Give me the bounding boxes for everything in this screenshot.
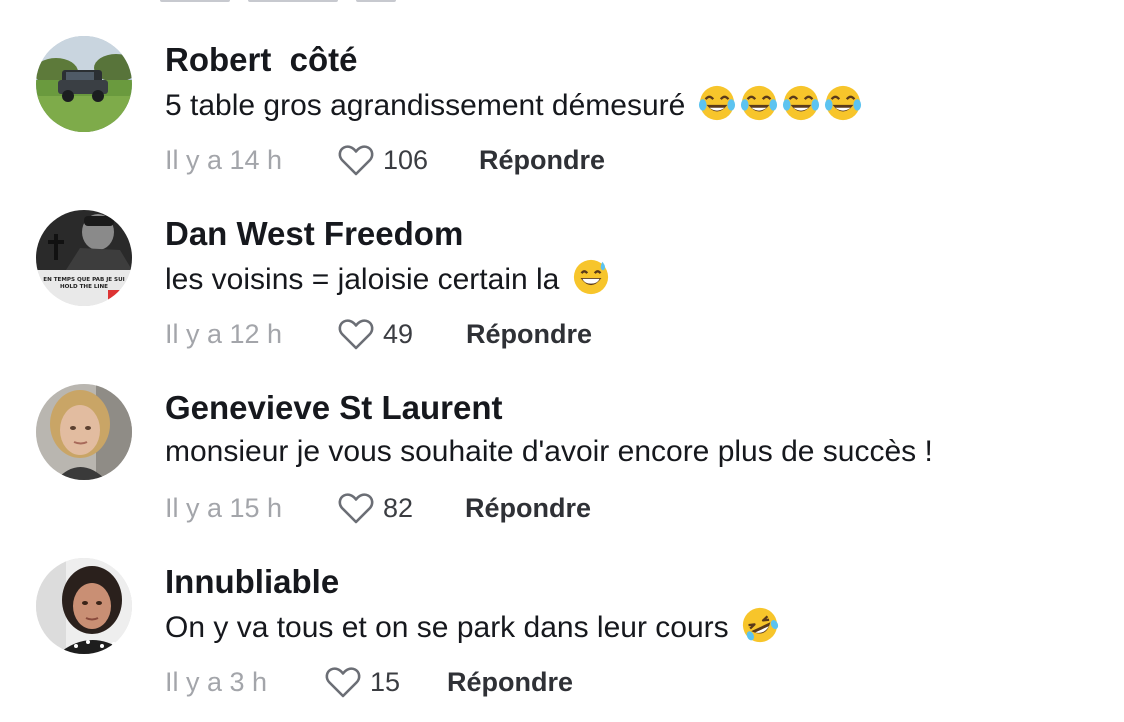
like-count: 49: [383, 318, 414, 349]
avatar-caption: EN TEMPS QUE PAB JE SUI: [43, 277, 124, 283]
comment-text-content: 5 table gros agrandissement démesuré: [165, 89, 686, 122]
comment-text-content: monsieur je vous souhaite d'avoir encore…: [165, 435, 933, 468]
comment-item: Robert côté 5 table gros agrandissement …: [0, 0, 1124, 176]
like-button[interactable]: 15: [324, 664, 447, 700]
avatar[interactable]: [36, 384, 132, 480]
like-count: 106: [383, 144, 429, 175]
comment-text: les voisins = jaloisie certain la: [165, 258, 610, 300]
timestamp: Il y a 3 h: [165, 666, 268, 697]
like-button[interactable]: 49: [337, 316, 466, 352]
timestamp: Il y a 15 h: [165, 492, 283, 523]
reply-button[interactable]: Répondre: [447, 667, 573, 698]
comment-item: Genevieve St Laurent monsieur je vous so…: [0, 348, 1124, 524]
face-with-tears-of-joy-icon: [740, 85, 777, 121]
avatar[interactable]: EN TEMPS QUE PAB JE SUI HOLD THE LINE: [36, 210, 132, 306]
grinning-face-with-sweat-icon: [573, 259, 608, 295]
heart-icon[interactable]: [324, 664, 362, 700]
comment-item: Innubliable On y va tous et on se park d…: [0, 522, 1124, 698]
reply-button[interactable]: Répondre: [465, 493, 591, 524]
heart-icon[interactable]: [337, 316, 375, 352]
comment-meta: Il y a 3 h 15 Répondre: [165, 662, 573, 702]
avatar[interactable]: [36, 36, 132, 132]
comment-text: monsieur je vous souhaite d'avoir encore…: [165, 432, 933, 472]
like-count: 15: [370, 666, 401, 697]
rolling-on-the-floor-laughing-icon: [742, 607, 779, 643]
like-button[interactable]: 82: [337, 490, 465, 526]
username[interactable]: Genevieve St Laurent: [165, 388, 502, 428]
face-with-tears-of-joy-icon: [698, 85, 735, 121]
like-button[interactable]: 106: [337, 142, 479, 178]
avatar[interactable]: [36, 558, 132, 654]
comment-text-content: On y va tous et on se park dans leur cou…: [165, 611, 729, 644]
like-count: 82: [383, 492, 414, 523]
face-with-tears-of-joy-icon: [824, 85, 861, 121]
comment-text-content: les voisins = jaloisie certain la: [165, 263, 560, 296]
username[interactable]: Dan West Freedom: [165, 214, 463, 254]
timestamp: Il y a 12 h: [165, 318, 283, 349]
username[interactable]: Innubliable: [165, 562, 339, 602]
comment-text: On y va tous et on se park dans leur cou…: [165, 606, 779, 648]
username[interactable]: Robert côté: [165, 40, 358, 80]
reply-button[interactable]: Répondre: [466, 319, 592, 350]
svg-text:HOLD THE LINE: HOLD THE LINE: [60, 284, 108, 290]
comment-item: EN TEMPS QUE PAB JE SUI HOLD THE LINE Da…: [0, 174, 1124, 350]
face-with-tears-of-joy-icon: [782, 85, 819, 121]
reply-button[interactable]: Répondre: [479, 145, 605, 176]
heart-icon[interactable]: [337, 490, 375, 526]
heart-icon[interactable]: [337, 142, 375, 178]
timestamp: Il y a 14 h: [165, 144, 283, 175]
comment-text: 5 table gros agrandissement démesuré: [165, 84, 862, 126]
